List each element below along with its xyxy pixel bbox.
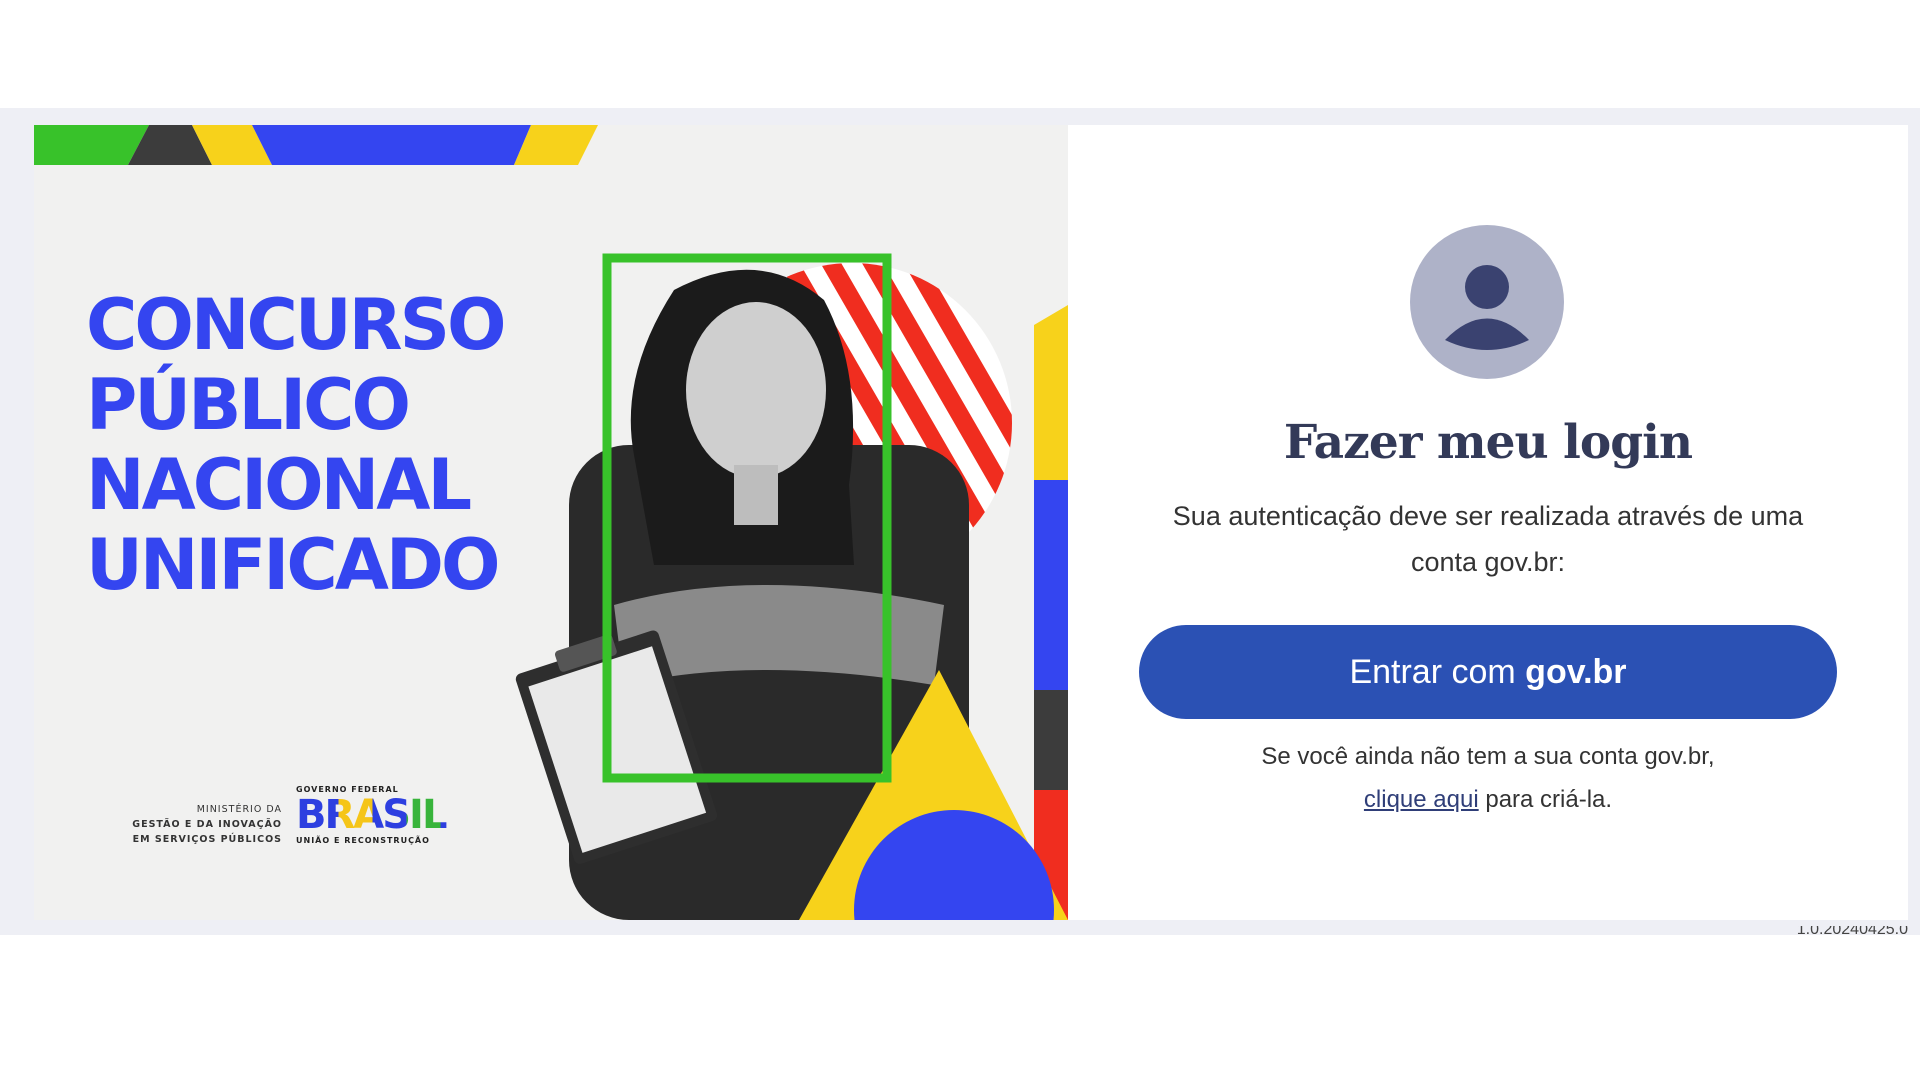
user-avatar-icon <box>1410 225 1564 379</box>
banner-title: Concurso Público Nacional Unificado <box>86 284 506 606</box>
login-card: Concurso Público Nacional Unificado MINI… <box>34 125 1908 920</box>
edge-blue <box>1034 480 1068 690</box>
button-label-strong: gov.br <box>1525 652 1627 691</box>
create-account-link[interactable]: clique aqui <box>1364 786 1479 813</box>
edge-dark <box>1034 690 1068 790</box>
banner-title-line: Concurso <box>86 284 506 366</box>
banner-title-line: Unificado <box>86 524 500 606</box>
governo-federal-logo: GOVERNO FEDERAL BRASIL UNIÃO E RECONSTRU… <box>296 785 466 845</box>
ministry-line: GESTÃO E DA INOVAÇÃO <box>132 819 282 830</box>
edge-yellow <box>1034 305 1068 480</box>
login-govbr-button[interactable]: Entrar com gov.br <box>1139 625 1837 719</box>
login-title: Fazer meu login <box>1283 415 1693 470</box>
strip-blue <box>252 125 531 165</box>
version-label: 1.0.20240425.0 <box>1796 926 1908 936</box>
button-label-prefix: Entrar com <box>1349 652 1526 691</box>
login-panel: Fazer meu login Sua autenticação deve se… <box>1068 125 1908 920</box>
banner-title-line: Público <box>86 364 411 446</box>
cnu-banner: Concurso Público Nacional Unificado MINI… <box>34 125 1068 920</box>
person-neck <box>734 465 778 525</box>
ministry-logo: MINISTÉRIO DA GESTÃO E DA INOVAÇÃO EM SE… <box>74 802 282 847</box>
signup-line: Se você ainda não tem a sua conta gov.br… <box>1261 743 1715 770</box>
signup-text: Se você ainda não tem a sua conta gov.br… <box>1158 735 1818 821</box>
ministry-line: EM SERVIÇOS PÚBLICOS <box>132 834 282 845</box>
ministry-line: MINISTÉRIO DA <box>196 804 282 815</box>
banner-title-line: Nacional <box>86 444 472 526</box>
login-description: Sua autenticação deve ser realizada atra… <box>1172 501 1804 577</box>
signup-suffix: para criá-la. <box>1478 786 1613 813</box>
gov-logo-word: BRASIL <box>296 794 466 836</box>
person-face <box>686 302 826 478</box>
